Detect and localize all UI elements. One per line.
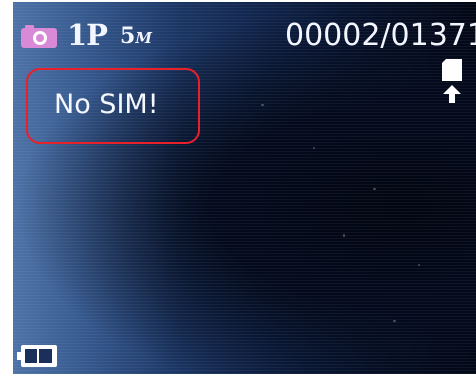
screen-speck (261, 104, 264, 106)
screen-speck (393, 320, 396, 322)
screen-speck (343, 234, 345, 237)
camera-lcd-screen: 1P 5M 00002/01371 No SIM! (13, 2, 476, 374)
screen-speck (418, 264, 420, 266)
screen-glare (13, 2, 183, 374)
screen-speck (373, 188, 376, 190)
camera-icon (21, 25, 57, 48)
screen-speck (313, 147, 315, 149)
no-sim-message: No SIM! (54, 89, 159, 120)
resolution-indicator: 5M (120, 24, 152, 50)
device-frame: 1P 5M 00002/01371 No SIM! (0, 0, 476, 380)
file-counter: 00002/01371 (285, 18, 476, 53)
sd-card-upload-icon (442, 59, 462, 103)
resolution-value: 5 (120, 23, 136, 49)
resolution-unit: M (135, 29, 152, 47)
battery-icon (17, 345, 57, 367)
shot-count: 1P (67, 18, 108, 52)
